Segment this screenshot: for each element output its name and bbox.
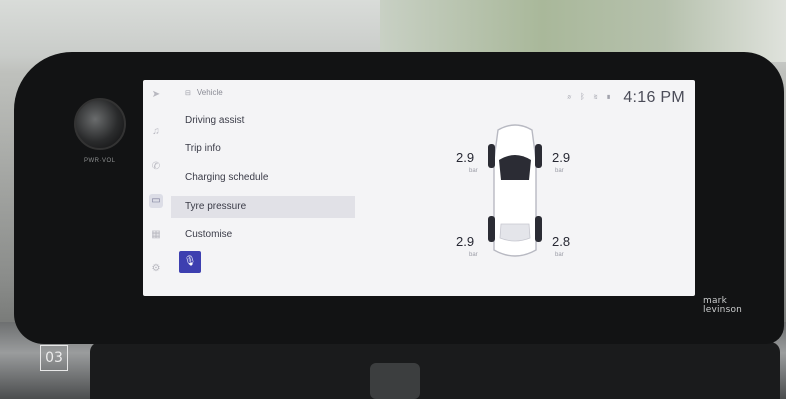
battery-icon: ▮ [606,92,611,101]
status-icons: ⌀ ᛒ ≋ ▮ [567,92,611,101]
vent-control [370,363,420,399]
knob-label: PWR·VOL [84,158,116,164]
menu-item-charging-schedule[interactable]: Charging schedule [185,167,341,189]
car-top-view-icon [488,124,542,257]
step-badge: 03 [40,345,68,371]
left-icon-rail: ➤ ♫ ✆ ▭ ▦ ⚙ [143,80,169,296]
brand-logo: mark levinson [703,296,743,315]
air-vent [90,342,780,399]
tyre-rear-left-value: 2.9 [456,234,475,249]
apps-icon[interactable]: ▦ [149,228,163,242]
breadcrumb-label: Vehicle [196,88,223,97]
voice-button[interactable]: 🎙︎ [179,251,201,273]
menu-item-driving-assist[interactable]: Driving assist [185,110,341,132]
tyre-rear-left-unit: bar [469,252,478,258]
music-icon[interactable]: ♫ [149,125,163,139]
clock: 4:16 PM [623,89,685,106]
navigation-icon[interactable]: ➤ [149,88,163,102]
tyre-front-right-value: 2.9 [552,150,571,165]
menu-item-customise[interactable]: Customise [185,224,341,246]
car-small-icon: ⊟ [185,90,191,97]
tyre-front-left-value: 2.9 [456,150,475,165]
infotainment-screen: ➤ ♫ ✆ ▭ ▦ ⚙ ⊟ Vehicle Driving assist Trip… [143,80,695,296]
phone-icon[interactable]: ✆ [149,160,163,174]
power-volume-knob[interactable] [74,98,126,150]
breadcrumb[interactable]: ⊟ Vehicle [185,88,223,97]
tyre-front-left-unit: bar [469,168,478,174]
menu-item-trip-info[interactable]: Trip info [185,138,341,160]
tyre-rear-right-unit: bar [555,252,564,258]
settings-icon[interactable]: ⚙ [149,262,163,276]
signal-icon: ≋ [593,92,598,101]
tyre-front-right-unit: bar [555,168,564,174]
menu-item-tyre-pressure[interactable]: Tyre pressure [171,196,355,218]
car-icon[interactable]: ▭ [149,194,163,208]
mic-off-icon: ⌀ [567,92,572,101]
microphone-icon: 🎙︎ [183,256,197,267]
tyre-rear-right-value: 2.8 [552,234,571,249]
bluetooth-icon: ᛒ [580,92,585,101]
